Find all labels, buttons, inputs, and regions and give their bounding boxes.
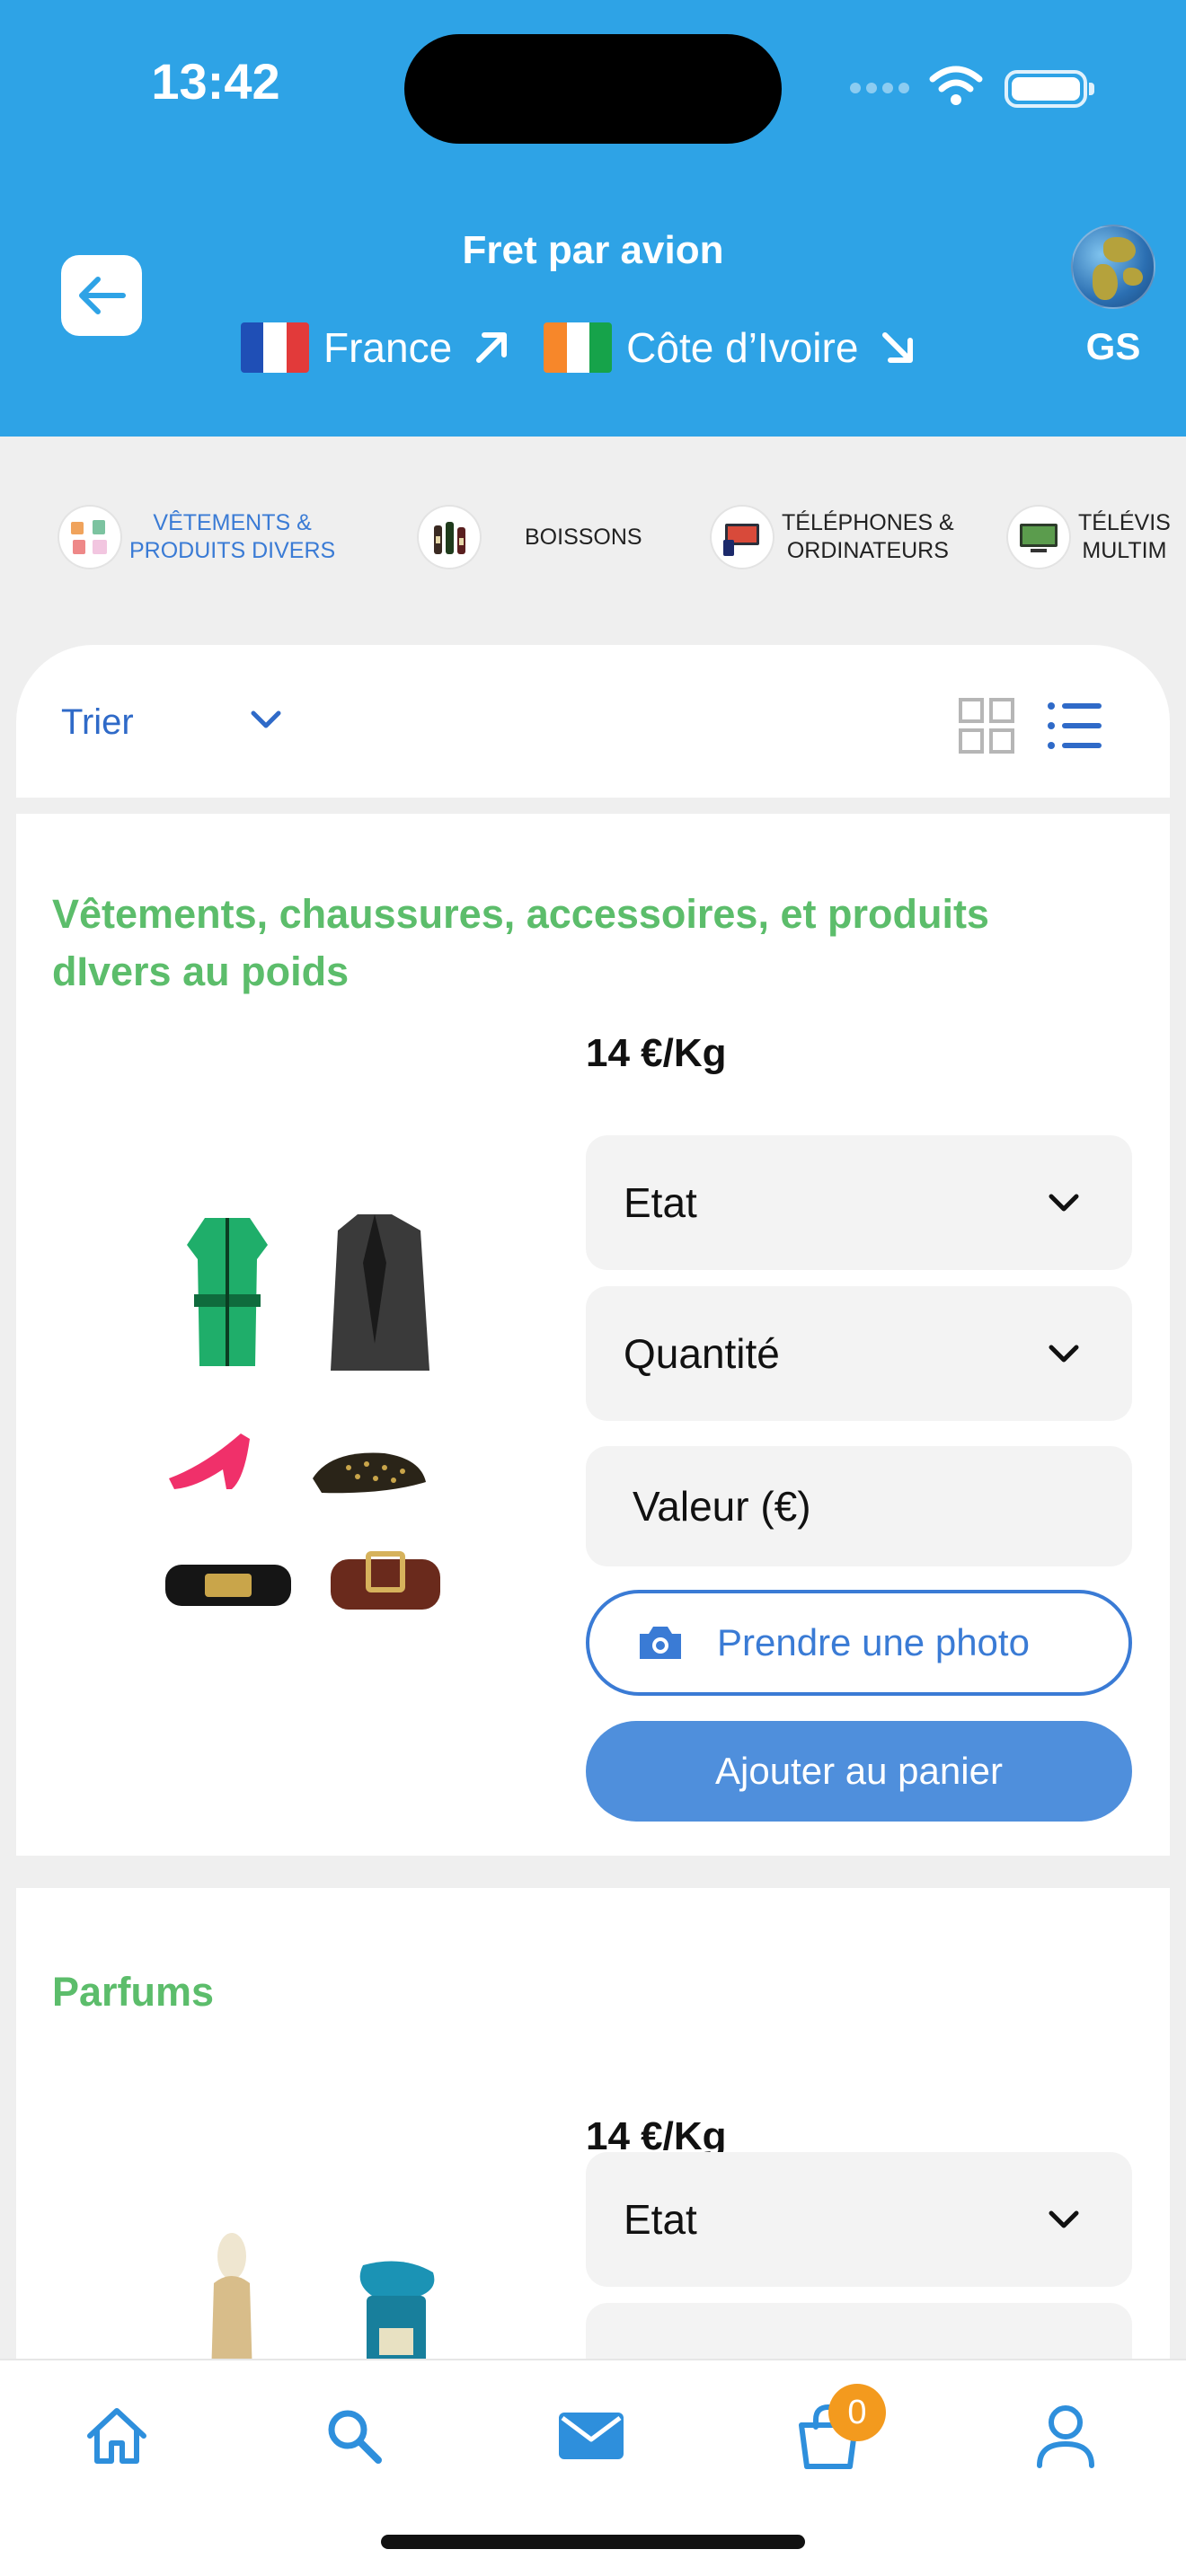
user-icon	[1037, 2405, 1094, 2468]
category-label-line2: MULTIM	[1082, 538, 1167, 563]
product-title: Parfums	[52, 1969, 215, 2015]
category-drinks[interactable]: BOISSONS	[419, 501, 642, 573]
globe-icon[interactable]	[1071, 225, 1155, 309]
state-select[interactable]: Etat	[586, 1135, 1132, 1270]
product-price: 14 €/Kg	[586, 1031, 727, 1075]
state-select[interactable]: Etat	[586, 2152, 1132, 2287]
chevron-down-icon	[1046, 2208, 1082, 2231]
chevron-down-icon	[1046, 1191, 1082, 1214]
nav-cart[interactable]: 0	[783, 2384, 886, 2481]
add-to-cart-button[interactable]: Ajouter au panier	[586, 1721, 1132, 1822]
arrow-down-right-icon	[878, 328, 917, 367]
cote-divoire-flag-icon	[544, 322, 613, 373]
category-label-line1: TÉLÉPHONES &	[782, 510, 954, 535]
arrow-up-right-icon	[472, 328, 511, 367]
take-photo-button[interactable]: Prendre une photo	[586, 1590, 1132, 1696]
france-flag-icon	[241, 322, 309, 373]
category-label-line1: VÊTEMENTS &	[153, 510, 312, 535]
category-label-line2: PRODUITS DIVERS	[129, 538, 336, 563]
sort-bar: Trier	[16, 645, 1170, 798]
chevron-down-icon	[1046, 1342, 1082, 1365]
nav-messages[interactable]	[546, 2391, 636, 2481]
category-tv[interactable]: TÉLÉVIS MULTIM	[1008, 501, 1171, 573]
destination-country: Côte d’Ivoire	[626, 324, 859, 371]
category-clothing[interactable]: VÊTEMENTS & PRODUITS DIVERS	[59, 501, 335, 573]
category-label-line2: ORDINATEURS	[786, 538, 949, 563]
bottles-category-icon	[419, 507, 480, 568]
app-header: 13:42 Fret par avion France Côte d’Ivoir…	[0, 0, 1186, 437]
category-scroller[interactable]: VÊTEMENTS & PRODUITS DIVERS BOISSONS TÉLÉ…	[0, 437, 1186, 634]
home-icon	[87, 2408, 146, 2464]
cart-count-badge: 0	[828, 2384, 886, 2441]
nav-home[interactable]	[72, 2391, 162, 2481]
camera-icon	[636, 1623, 685, 1663]
route-selector[interactable]: France Côte d’Ivoire	[241, 316, 950, 379]
mail-icon	[559, 2413, 624, 2459]
search-icon	[328, 2410, 382, 2464]
grid-view-icon[interactable]	[958, 697, 1015, 754]
product-card: Vêtements, chaussures, accessoires, et p…	[16, 814, 1170, 1856]
profile-code[interactable]: GS	[1060, 325, 1166, 368]
list-view-icon[interactable]	[1046, 697, 1103, 754]
clothing-category-icon	[59, 507, 120, 568]
chevron-down-icon[interactable]	[248, 708, 284, 733]
status-time: 13:42	[151, 53, 280, 110]
dynamic-island	[404, 34, 782, 144]
quantity-select[interactable]: Quantité	[586, 1286, 1132, 1421]
battery-icon	[1005, 70, 1094, 108]
devices-category-icon	[712, 507, 773, 568]
category-label-line1: BOISSONS	[525, 524, 642, 550]
home-indicator	[381, 2535, 805, 2549]
nav-search[interactable]	[309, 2391, 399, 2481]
take-photo-label: Prendre une photo	[717, 1621, 1030, 1663]
cellular-signal-icon	[850, 83, 909, 93]
value-input[interactable]	[586, 1446, 1132, 1566]
tv-category-icon	[1008, 507, 1069, 568]
category-label-line1: TÉLÉVIS	[1078, 510, 1171, 535]
nav-profile[interactable]	[1021, 2391, 1111, 2481]
quantity-select-label: Quantité	[624, 1330, 780, 1377]
origin-country: France	[323, 324, 453, 371]
sort-dropdown[interactable]: Trier	[61, 702, 134, 743]
state-select-label: Etat	[624, 2196, 697, 2243]
state-select-label: Etat	[624, 1179, 697, 1226]
wifi-icon	[929, 66, 983, 105]
product-title: Vêtements, chaussures, accessoires, et p…	[52, 891, 989, 994]
clothing-product-image	[165, 1214, 440, 1610]
back-button[interactable]	[61, 255, 142, 336]
arrow-left-icon	[79, 277, 126, 314]
category-phones[interactable]: TÉLÉPHONES & ORDINATEURS	[712, 501, 954, 573]
page-title: Fret par avion	[462, 228, 724, 272]
